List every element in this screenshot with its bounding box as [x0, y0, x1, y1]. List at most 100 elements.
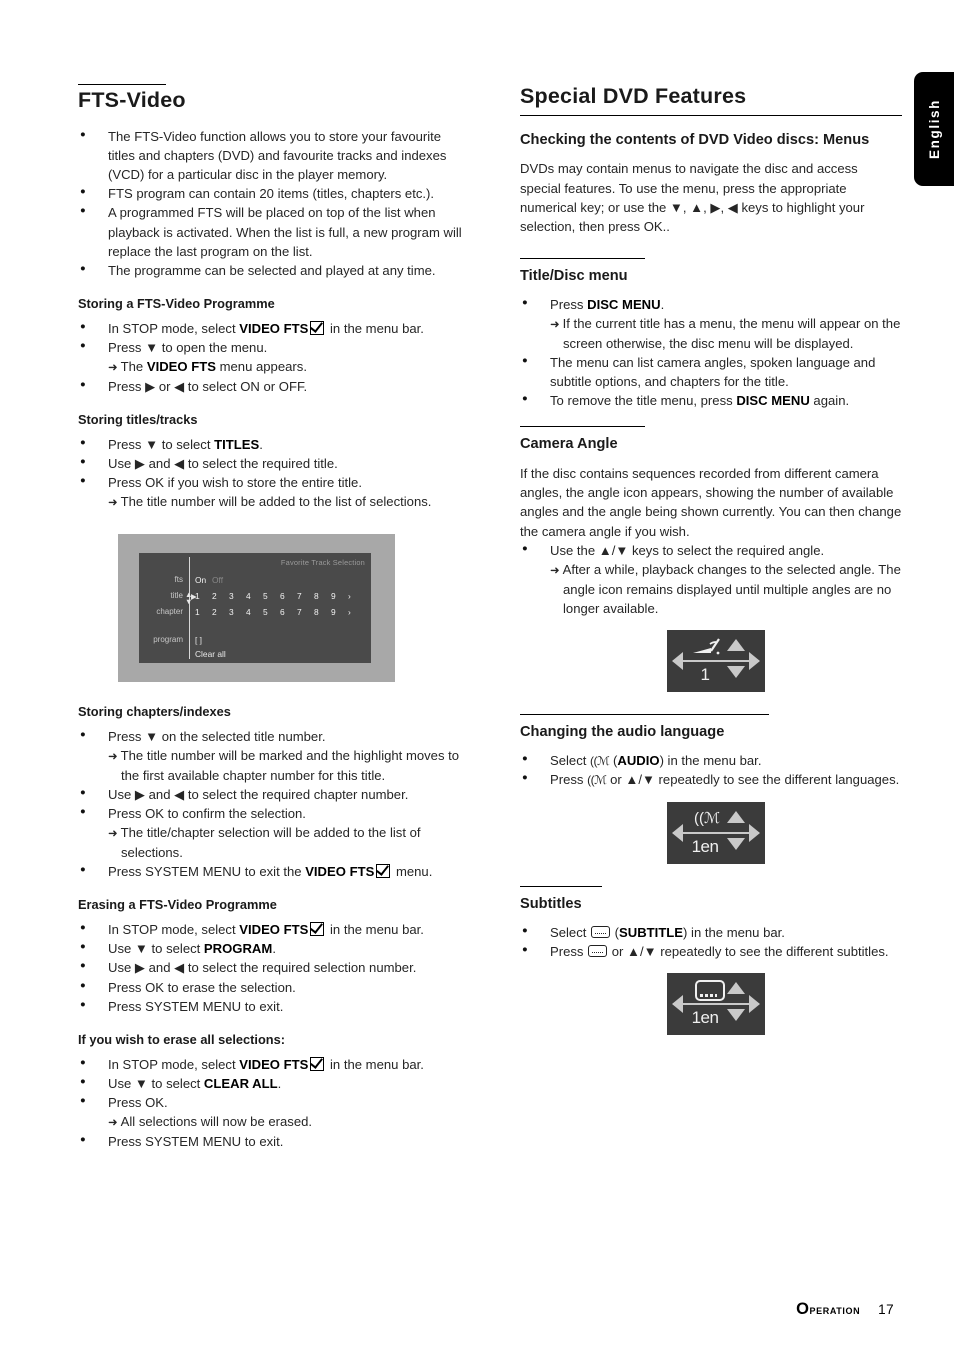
fts-value: 8: [314, 607, 319, 618]
fts-value: 1: [195, 607, 200, 618]
list-item: Press ((ℳ or ▲/▼ repeatedly to see the d…: [520, 769, 902, 790]
text-fragment: menu.: [392, 864, 433, 880]
erase-all-list: In STOP mode, select VIDEO FTS in the me…: [78, 1054, 470, 1152]
fts-row-label: program: [153, 635, 183, 645]
fts-value: ›: [348, 607, 351, 618]
heading-erasing-programme: Erasing a FTS-Video Programme: [78, 897, 277, 913]
text-fragment: Use ▼ to select: [108, 941, 204, 957]
fts-menu-screen: Favorite Track Selection fts On Off title…: [139, 553, 371, 664]
text-emphasis: AUDIO: [617, 752, 660, 768]
text-fragment: ) in the menu bar.: [659, 752, 762, 768]
text-fragment: Press SYSTEM MENU to exit the: [108, 864, 306, 880]
fts-value: 7: [297, 607, 302, 618]
text-fragment: .: [660, 296, 665, 312]
list-item: Select (SUBTITLE) in the menu bar.: [520, 922, 902, 942]
text-fragment: ) in the menu bar.: [683, 924, 785, 940]
fts-row-values: Clear all: [195, 649, 226, 659]
list-item: Press DISC MENU. If the current title has…: [520, 294, 902, 353]
heading-storing-chapters: Storing chapters/indexes: [78, 704, 231, 720]
list-item: Use ▶ and ◀ to select the required title…: [78, 453, 470, 473]
fts-row-values: [ ]: [195, 635, 202, 645]
audio-osd-wrap: ((ℳ 1en: [520, 802, 912, 864]
text-fragment: In STOP mode, select: [108, 1056, 240, 1072]
arrow-right-icon: [749, 652, 760, 671]
fts-value: 8: [314, 591, 319, 602]
fts-value: 5: [263, 607, 268, 618]
text-emphasis: CLEAR ALL: [203, 1075, 278, 1091]
rule-title-disc-menu: [520, 258, 645, 260]
list-item: Press ▶ or ◀ to select ON or OFF.: [78, 376, 470, 396]
title-disc-menu-list: Press DISC MENU. If the current title has…: [520, 294, 902, 411]
audio-language-value: 1en: [691, 837, 719, 856]
heading-title-disc-menu: Title/Disc menu: [520, 268, 628, 285]
list-item: A programmed FTS will be placed on top o…: [78, 202, 470, 261]
text-fragment: in the menu bar.: [326, 320, 424, 336]
heading-special-dvd-features: Special DVD Features: [520, 84, 747, 108]
arrow-up-icon: [727, 982, 745, 995]
fts-value: 7: [297, 591, 302, 602]
audio-icon: ((ℳ: [587, 773, 607, 788]
text-emphasis: VIDEO FTS: [239, 320, 309, 336]
fts-menu-screenshot: Favorite Track Selection fts On Off title…: [118, 534, 395, 683]
fts-value: 3: [229, 591, 234, 602]
text-emphasis: VIDEO FTS: [239, 1056, 309, 1072]
rule-audio-language: [520, 714, 769, 716]
page-footer: Operation 17: [796, 1300, 894, 1319]
arrow-note: After a while, playback changes to the s…: [550, 560, 902, 618]
subtitle-osd-wrap: 1en: [520, 973, 912, 1036]
text-emphasis: VIDEO FTS: [305, 864, 375, 880]
list-item: Use ▶ and ◀ to select the required chapt…: [78, 784, 470, 804]
fts-row-label: title: [170, 591, 183, 601]
list-item: Use ▼ to select CLEAR ALL.: [78, 1073, 470, 1093]
footer-section: Operation: [796, 1300, 860, 1318]
list-item: Press SYSTEM MENU to exit.: [78, 1131, 470, 1151]
list-item: In STOP mode, select VIDEO FTS in the me…: [78, 919, 470, 939]
list-item: Press ▼ to select TITLES.: [78, 434, 470, 454]
subtitle-icon: [588, 944, 608, 957]
arrow-note: The title/chapter selection will be adde…: [108, 823, 470, 862]
fts-value: ›: [348, 591, 351, 602]
fts-row-label: fts: [174, 575, 183, 585]
heading-audio-language: Changing the audio language: [520, 724, 725, 741]
fts-screen-title: Favorite Track Selection: [280, 558, 365, 568]
fts-row-chapter: chapter 1 2 3 4 5 6 7 8 9 ›: [139, 607, 371, 620]
audio-language-list: Select ((ℳ (AUDIO) in the menu bar. Pres…: [520, 750, 902, 790]
fts-value: 9: [331, 591, 336, 602]
text-emphasis: VIDEO FTS: [146, 359, 216, 375]
arrow-down-icon: [727, 838, 745, 850]
text-emphasis: DISC MENU: [587, 296, 661, 312]
fts-row-values: 1 2 3 4 5 6 7 8 9 ›: [195, 591, 365, 601]
heading-erase-all: If you wish to erase all selections:: [78, 1031, 285, 1047]
list-item: Press OK if you wish to store the entire…: [78, 472, 470, 512]
text-fragment: .: [259, 436, 263, 452]
osd-horizontal-bar: [673, 660, 759, 663]
text-fragment: menu appears.: [215, 359, 307, 375]
fts-value: 6: [280, 607, 285, 618]
text-fragment: or ▲/▼ repeatedly to see the different l…: [606, 772, 900, 788]
fts-value: 2: [212, 607, 217, 618]
checkbox-icon: [310, 922, 325, 937]
text-fragment: In STOP mode, select: [108, 320, 240, 336]
arrow-note: The title number will be marked and the …: [108, 746, 470, 785]
fts-value: 6: [280, 591, 285, 602]
list-item: The programme can be selected and played…: [78, 260, 470, 280]
osd-horizontal-bar: [673, 1003, 759, 1006]
text-fragment: Press ▼ to select: [108, 436, 215, 452]
rule-camera-angle: [520, 426, 645, 428]
subtitle-value: 1en: [691, 1008, 719, 1028]
list-item: The menu can list camera angles, spoken …: [520, 352, 902, 391]
text-fragment: in the menu bar.: [326, 1056, 424, 1072]
list-item: FTS program can contain 20 items (titles…: [78, 183, 470, 203]
document-page: English FTS-Video The FTS-Video function…: [0, 0, 954, 1351]
paragraph-checking-contents: DVDs may contain menus to navigate the d…: [520, 161, 865, 234]
list-item: Press SYSTEM MENU to exit.: [78, 996, 470, 1016]
text-emphasis: VIDEO FTS: [239, 922, 309, 938]
fts-value: 2: [212, 591, 217, 602]
text-fragment: To remove the title menu, press: [550, 393, 737, 409]
text-emphasis: DISC MENU: [736, 393, 810, 409]
heading-fts-video: FTS-Video: [78, 88, 186, 112]
text-emphasis: TITLES: [214, 436, 260, 452]
erasing-programme-list: In STOP mode, select VIDEO FTS in the me…: [78, 919, 470, 1016]
storing-programme-list: In STOP mode, select VIDEO FTS in the me…: [78, 318, 470, 396]
heading-camera-angle: Camera Angle: [520, 436, 618, 453]
